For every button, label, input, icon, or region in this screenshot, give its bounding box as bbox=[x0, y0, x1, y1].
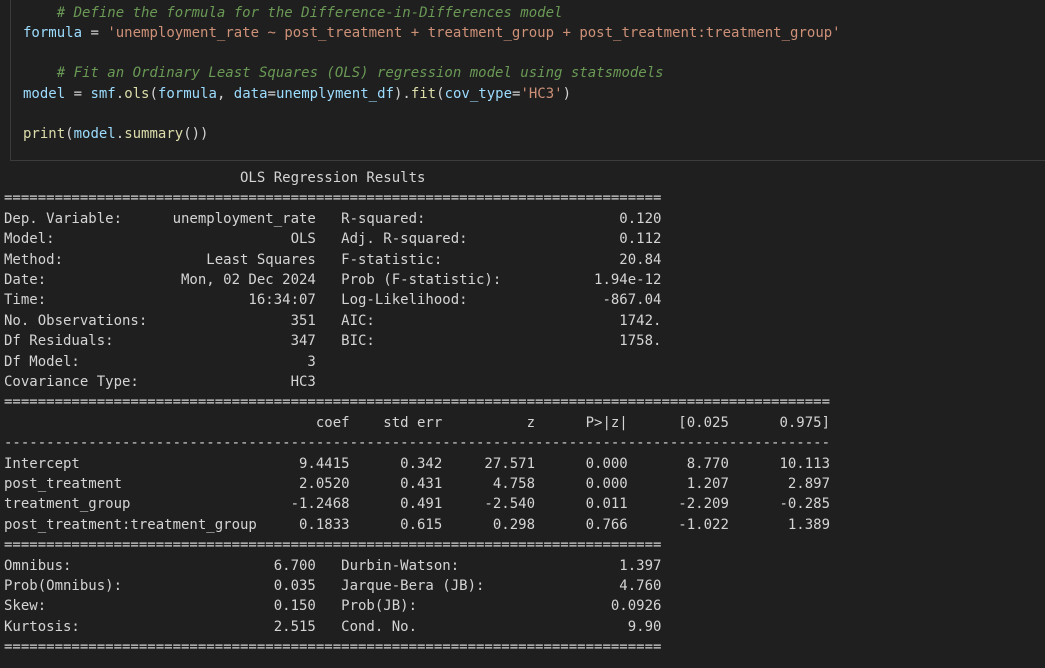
output-line: ========================================… bbox=[4, 394, 831, 411]
output-line: coef std err z P>|z| [0.025 0.975] bbox=[4, 414, 831, 431]
code-token: # Fit an Ordinary Least Squares (OLS) re… bbox=[23, 65, 664, 81]
output-line: OLS Regression Results bbox=[4, 170, 662, 186]
output-line: Method: Least Squares F-statistic: 20.84 bbox=[4, 251, 662, 268]
code-token: , bbox=[216, 86, 234, 102]
output-line: ----------------------------------------… bbox=[4, 435, 831, 452]
output-line: treatment_group -1.2468 0.491 -2.540 0.0… bbox=[4, 496, 831, 513]
output-line: Prob(Omnibus): 0.035 Jarque-Bera (JB): 4… bbox=[4, 578, 662, 594]
code-cell[interactable]: # Define the formula for the Difference-… bbox=[10, 0, 1045, 161]
code-token: model bbox=[23, 86, 66, 102]
code-token: = bbox=[82, 25, 108, 41]
output-line: ========================================… bbox=[4, 190, 662, 207]
code-token: data bbox=[233, 86, 268, 102]
code-line: formula = 'unemployment_rate ~ post_trea… bbox=[23, 23, 841, 43]
output-line: Covariance Type: HC3 bbox=[4, 374, 662, 390]
output-line: Skew: 0.150 Prob(JB): 0.0926 bbox=[4, 598, 662, 615]
code-token: = bbox=[65, 86, 91, 102]
code-token: model bbox=[73, 126, 116, 142]
output-line: ========================================… bbox=[4, 537, 662, 554]
output-line: Date: Mon, 02 Dec 2024 Prob (F-statistic… bbox=[4, 272, 662, 288]
code-token: formula bbox=[23, 25, 83, 41]
code-token: . bbox=[115, 86, 125, 102]
output-line: post_treatment:treatment_group 0.1833 0.… bbox=[4, 516, 831, 533]
code-token: ) bbox=[562, 86, 572, 102]
code-token: print bbox=[23, 126, 66, 142]
code-token: unemplyment_df bbox=[275, 86, 394, 102]
code-token: 'unemployment_rate ~ post_treatment + tr… bbox=[107, 25, 841, 41]
output-line: Intercept 9.4415 0.342 27.571 0.000 8.77… bbox=[4, 455, 831, 472]
output-line: Kurtosis: 2.515 Cond. No. 9.90 bbox=[4, 618, 662, 635]
code-token: . bbox=[115, 126, 125, 142]
code-token: # Define the formula for the Difference-… bbox=[23, 5, 563, 21]
output-line: Df Residuals: 347 BIC: 1758. bbox=[4, 333, 662, 350]
code-token: ( bbox=[65, 126, 74, 142]
code-line: # Fit an Ordinary Least Squares (OLS) re… bbox=[23, 63, 664, 83]
code-token: ). bbox=[393, 86, 411, 102]
output-line: Time: 16:34:07 Log-Likelihood: -867.04 bbox=[4, 292, 662, 309]
code-token: ols bbox=[124, 86, 150, 102]
code-token: ( bbox=[149, 86, 158, 102]
output-line: Model: OLS Adj. R-squared: 0.112 bbox=[4, 231, 662, 248]
output-line: Dep. Variable: unemployment_rate R-squar… bbox=[4, 210, 662, 227]
code-token: smf bbox=[90, 86, 116, 102]
code-token: ( bbox=[436, 86, 445, 102]
output-line: Omnibus: 6.700 Durbin-Watson: 1.397 bbox=[4, 557, 662, 574]
code-token: formula bbox=[157, 86, 217, 102]
code-token: fit bbox=[410, 86, 437, 102]
code-line: model = smf.ols(formula, data=unemplymen… bbox=[23, 84, 571, 104]
code-token: = bbox=[267, 86, 276, 102]
output-line: ========================================… bbox=[4, 639, 662, 656]
output-line: post_treatment 2.0520 0.431 4.758 0.000 … bbox=[4, 476, 831, 492]
code-token: cov_type bbox=[444, 86, 512, 102]
code-token: 'HC3' bbox=[520, 86, 563, 102]
code-token: ()) bbox=[183, 126, 209, 142]
code-line: # Define the formula for the Difference-… bbox=[23, 3, 563, 23]
code-token: summary bbox=[124, 126, 184, 142]
output-line: Df Model: 3 bbox=[4, 353, 662, 370]
code-line: print(model.summary()) bbox=[23, 124, 209, 144]
output-line: No. Observations: 351 AIC: 1742. bbox=[4, 312, 662, 329]
